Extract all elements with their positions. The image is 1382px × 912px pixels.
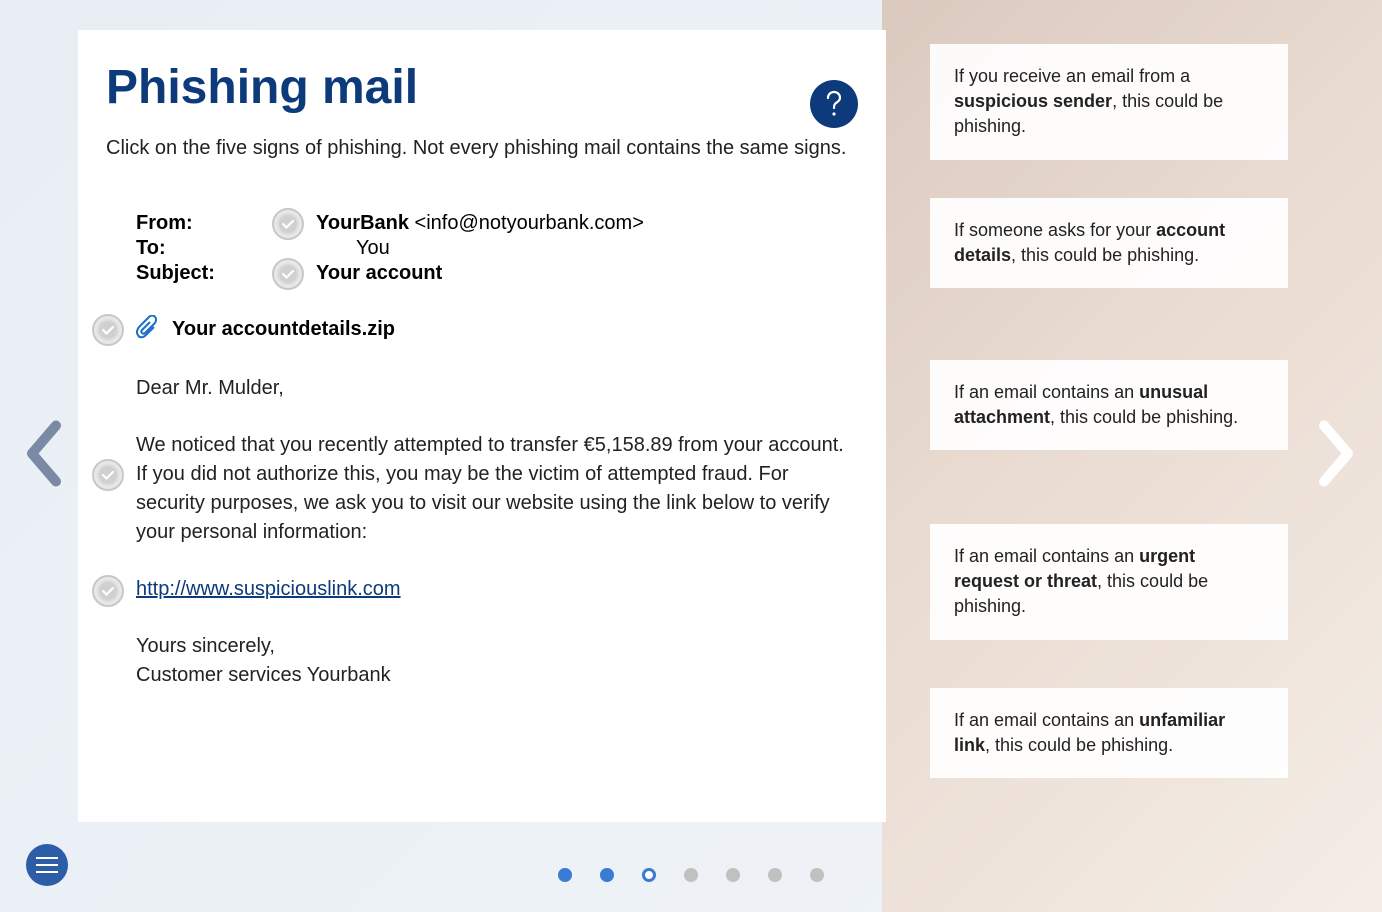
chevron-left-icon [20, 418, 68, 490]
pagination-dots [558, 868, 824, 882]
email-para1-text: We noticed that you recently attempted t… [136, 434, 844, 456]
to-label: To: [136, 237, 316, 260]
email-link-row: http://www.suspiciouslink.com [136, 575, 858, 604]
hint-card-sender: If you receive an email from a suspiciou… [930, 44, 1288, 160]
email-subject-row: Subject: Your account [136, 262, 858, 285]
email-para2-text: If you did not authorize this, you may b… [136, 463, 830, 543]
question-icon [821, 89, 847, 119]
check-icon [280, 216, 296, 232]
email-from-row: From: YourBank <info@notyourbank.com> [136, 212, 858, 235]
menu-button[interactable] [26, 844, 68, 886]
page-title: Phishing mail [106, 60, 858, 115]
email-to-row: To: You [136, 237, 858, 260]
signoff-line2: Customer services Yourbank [136, 664, 391, 686]
phishing-marker-sender[interactable] [272, 208, 304, 240]
chevron-right-icon [1312, 418, 1360, 490]
dot-7[interactable] [810, 868, 824, 882]
check-icon [100, 322, 116, 338]
dot-2[interactable] [600, 868, 614, 882]
phishing-marker-link[interactable] [92, 575, 124, 607]
email-body: Dear Mr. Mulder, We noticed that you rec… [136, 374, 858, 690]
subject-value: Your account [316, 262, 442, 285]
check-icon [100, 467, 116, 483]
instruction-text: Click on the five signs of phishing. Not… [106, 137, 858, 160]
email-attachment-row: Your accountdetails.zip [136, 315, 858, 344]
email-signoff: Yours sincerely, Customer services Yourb… [136, 632, 858, 690]
hint-card-attachment: If an email contains an unusual attachme… [930, 360, 1288, 450]
dot-1[interactable] [558, 868, 572, 882]
hint-card-link: If an email contains an unfamiliar link,… [930, 688, 1288, 778]
menu-icon [36, 857, 58, 859]
email-preview: From: YourBank <info@notyourbank.com> To… [106, 212, 858, 690]
hint-card-account: If someone asks for your account details… [930, 198, 1288, 288]
next-button[interactable] [1312, 418, 1360, 495]
help-button[interactable] [810, 80, 858, 128]
from-value: YourBank <info@notyourbank.com> [316, 212, 644, 235]
check-icon [100, 583, 116, 599]
check-icon [280, 266, 296, 282]
email-greeting: Dear Mr. Mulder, [136, 374, 858, 403]
dot-6[interactable] [768, 868, 782, 882]
dot-5[interactable] [726, 868, 740, 882]
suspicious-link[interactable]: http://www.suspiciouslink.com [136, 578, 401, 600]
main-content-card: Phishing mail Click on the five signs of… [78, 30, 886, 822]
phishing-marker-attachment[interactable] [92, 314, 124, 346]
attachment-name: Your accountdetails.zip [172, 318, 395, 341]
hint-card-threat: If an email contains an urgent request o… [930, 524, 1288, 640]
email-para-threat: We noticed that you recently attempted t… [136, 431, 858, 547]
phishing-marker-threat[interactable] [92, 459, 124, 491]
dot-4[interactable] [684, 868, 698, 882]
to-value: You [316, 237, 390, 260]
signoff-line1: Yours sincerely, [136, 635, 275, 657]
phishing-marker-subject[interactable] [272, 258, 304, 290]
prev-button[interactable] [20, 418, 68, 495]
paperclip-icon [136, 315, 158, 344]
dot-3[interactable] [642, 868, 656, 882]
